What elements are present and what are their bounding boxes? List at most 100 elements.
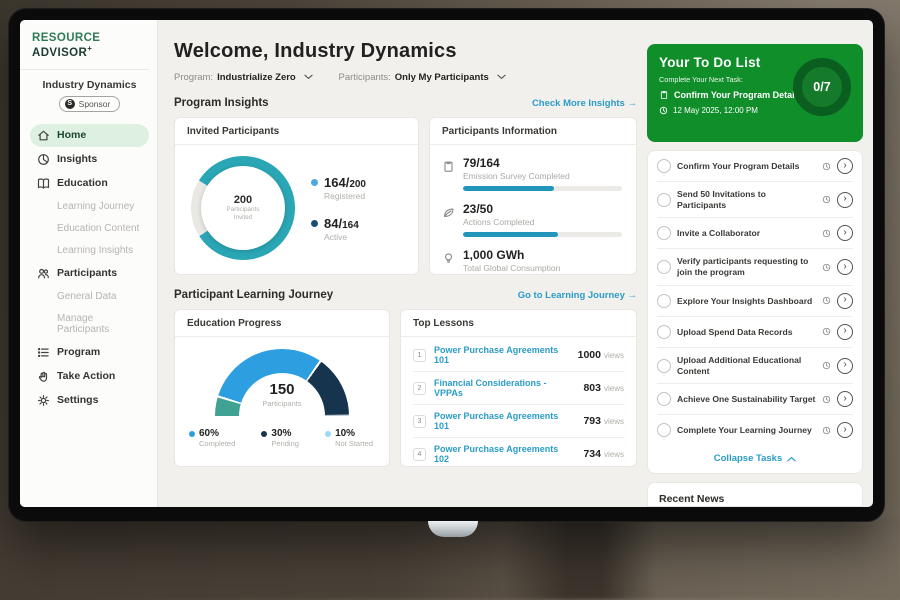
task-open-button[interactable]: › (837, 259, 853, 275)
task-checkbox[interactable] (657, 260, 671, 274)
insights-icon (37, 153, 50, 166)
task-checkbox[interactable] (657, 359, 671, 373)
task-open-button[interactable]: › (837, 422, 853, 438)
sidebar-item-settings[interactable]: Settings (30, 389, 149, 412)
legend-not-started: 10% Not Started (325, 428, 373, 448)
clock-icon (822, 296, 831, 305)
sidebar-item-education-content[interactable]: Education Content (30, 218, 149, 239)
section-title: Program Insights (174, 97, 269, 109)
legend-active: 84/164 Active (311, 216, 366, 242)
donut-center: 200 Participants Invited (201, 166, 285, 250)
task-open-button[interactable]: › (837, 293, 853, 309)
main-content: Welcome, Industry Dynamics Program:Indus… (158, 20, 647, 507)
chevron-down-icon (304, 74, 313, 80)
todo-task-list: Confirm Your Program Details › Send 50 I… (647, 150, 863, 474)
task-open-button[interactable]: › (837, 192, 853, 208)
not-started-dot-icon (325, 431, 331, 437)
task-open-button[interactable]: › (837, 158, 853, 174)
sidebar-item-program[interactable]: Program (30, 341, 149, 364)
sidebar-item-general-data[interactable]: General Data (30, 286, 149, 307)
go-to-learning-journey-link[interactable]: Go to Learning Journey → (518, 290, 637, 301)
clipboard-icon (442, 160, 455, 173)
sidebar: RESOURCE ADVISOR+ Industry Dynamics S Sp… (20, 20, 158, 507)
clipboard-icon (659, 90, 669, 100)
task-checkbox[interactable] (657, 423, 671, 437)
arrow-right-icon: → (628, 290, 638, 301)
clock-icon (822, 195, 831, 204)
list-icon (37, 346, 50, 359)
insights-cards-row: Invited Participants 200 Participants In… (174, 117, 637, 275)
gear-icon (37, 394, 50, 407)
task-checkbox[interactable] (657, 392, 671, 406)
monitor-bezel: RESOURCE ADVISOR+ Industry Dynamics S Sp… (8, 8, 885, 522)
task-row: Explore Your Insights Dashboard › (657, 286, 853, 317)
leaf-icon (442, 206, 455, 219)
sidebar-item-home[interactable]: Home (30, 124, 149, 147)
dashboard-screen: RESOURCE ADVISOR+ Industry Dynamics S Sp… (20, 20, 873, 507)
participants-select[interactable]: Participants:Only My Participants (339, 72, 506, 83)
task-row: Upload Spend Data Records › (657, 317, 853, 348)
task-open-button[interactable]: › (837, 358, 853, 374)
sidebar-item-learning-journey[interactable]: Learning Journey (30, 196, 149, 217)
task-row: Confirm Your Program Details › (657, 151, 853, 182)
lesson-row: 3 Power Purchase Agreements 101 793views (413, 405, 624, 438)
invited-donut-outer: 200 Participants Invited (191, 156, 295, 260)
sidebar-item-manage-participants[interactable]: Manage Participants (30, 308, 149, 340)
gauge-center: 150 Participants (215, 381, 349, 408)
participants-icon (37, 267, 50, 280)
collapse-tasks-button[interactable]: Collapse Tasks (657, 445, 853, 473)
task-open-button[interactable]: › (837, 225, 853, 241)
lesson-link[interactable]: Power Purchase Agreements 101 (434, 411, 575, 431)
donut-legend: 164/200 Registered 84/164 Active (311, 175, 366, 242)
task-checkbox[interactable] (657, 325, 671, 339)
check-more-insights-link[interactable]: Check More Insights → (532, 98, 637, 109)
clock-icon (822, 229, 831, 238)
clock-icon (822, 327, 831, 336)
card-title: Invited Participants (175, 118, 418, 145)
legend-registered: 164/200 Registered (311, 175, 366, 201)
todo-panel: Your To Do List Complete Your Next Task:… (647, 20, 873, 507)
page-title: Welcome, Industry Dynamics (174, 40, 637, 63)
stat-emission-survey: 79/164 Emission Survey Completed (442, 151, 622, 197)
clock-icon (822, 162, 831, 171)
clock-icon (822, 426, 831, 435)
task-checkbox[interactable] (657, 294, 671, 308)
sidebar-item-participants[interactable]: Participants (30, 262, 149, 285)
clock-icon (822, 263, 831, 272)
lesson-link[interactable]: Power Purchase Agreements 102 (434, 444, 575, 464)
task-checkbox[interactable] (657, 159, 671, 173)
divider (20, 69, 149, 70)
todo-hero-card: Your To Do List Complete Your Next Task:… (647, 44, 863, 142)
stat-global-consumption: 1,000 GWh Total Global Consumption (442, 243, 622, 275)
program-select[interactable]: Program:Industrialize Zero (174, 72, 313, 83)
task-row: Send 50 Invitations to Participants › (657, 182, 853, 218)
learning-journey-header: Participant Learning Journey Go to Learn… (174, 289, 637, 301)
sidebar-item-learning-insights[interactable]: Learning Insights (30, 240, 149, 261)
program-insights-header: Program Insights Check More Insights → (174, 97, 637, 109)
book-icon (37, 177, 50, 190)
task-row: Verify participants requesting to join t… (657, 249, 853, 285)
org-block: Industry Dynamics S Sponsor (30, 79, 149, 112)
invited-donut-chart: 200 Participants Invited 164/200 Registe… (175, 145, 418, 260)
home-icon (37, 129, 50, 142)
sidebar-item-insights[interactable]: Insights (30, 148, 149, 171)
top-lessons-card: Top Lessons 1 Power Purchase Agreements … (400, 309, 637, 467)
active-dot-icon (311, 220, 318, 227)
chevron-up-icon (787, 456, 796, 462)
sidebar-item-education[interactable]: Education (30, 172, 149, 195)
lesson-link[interactable]: Power Purchase Agreements 101 (434, 345, 570, 365)
lesson-link[interactable]: Financial Considerations - VPPAs (434, 378, 575, 398)
task-checkbox[interactable] (657, 226, 671, 240)
task-open-button[interactable]: › (837, 324, 853, 340)
progress-track (463, 186, 622, 191)
sidebar-item-take-action[interactable]: Take Action (30, 365, 149, 388)
lesson-row: 1 Power Purchase Agreements 101 1000view… (413, 339, 624, 372)
journey-cards-row: Education Progress 150 Participants 60% … (174, 309, 637, 467)
gauge-legend: 60% Completed 30% Pending 10% Not Starte… (175, 416, 389, 448)
task-row: Invite a Collaborator › (657, 218, 853, 249)
task-open-button[interactable]: › (837, 391, 853, 407)
education-progress-card: Education Progress 150 Participants 60% … (174, 309, 390, 467)
task-row: Complete Your Learning Journey › (657, 415, 853, 445)
stats-list: 79/164 Emission Survey Completed 23/50 A… (430, 145, 636, 275)
task-checkbox[interactable] (657, 193, 671, 207)
